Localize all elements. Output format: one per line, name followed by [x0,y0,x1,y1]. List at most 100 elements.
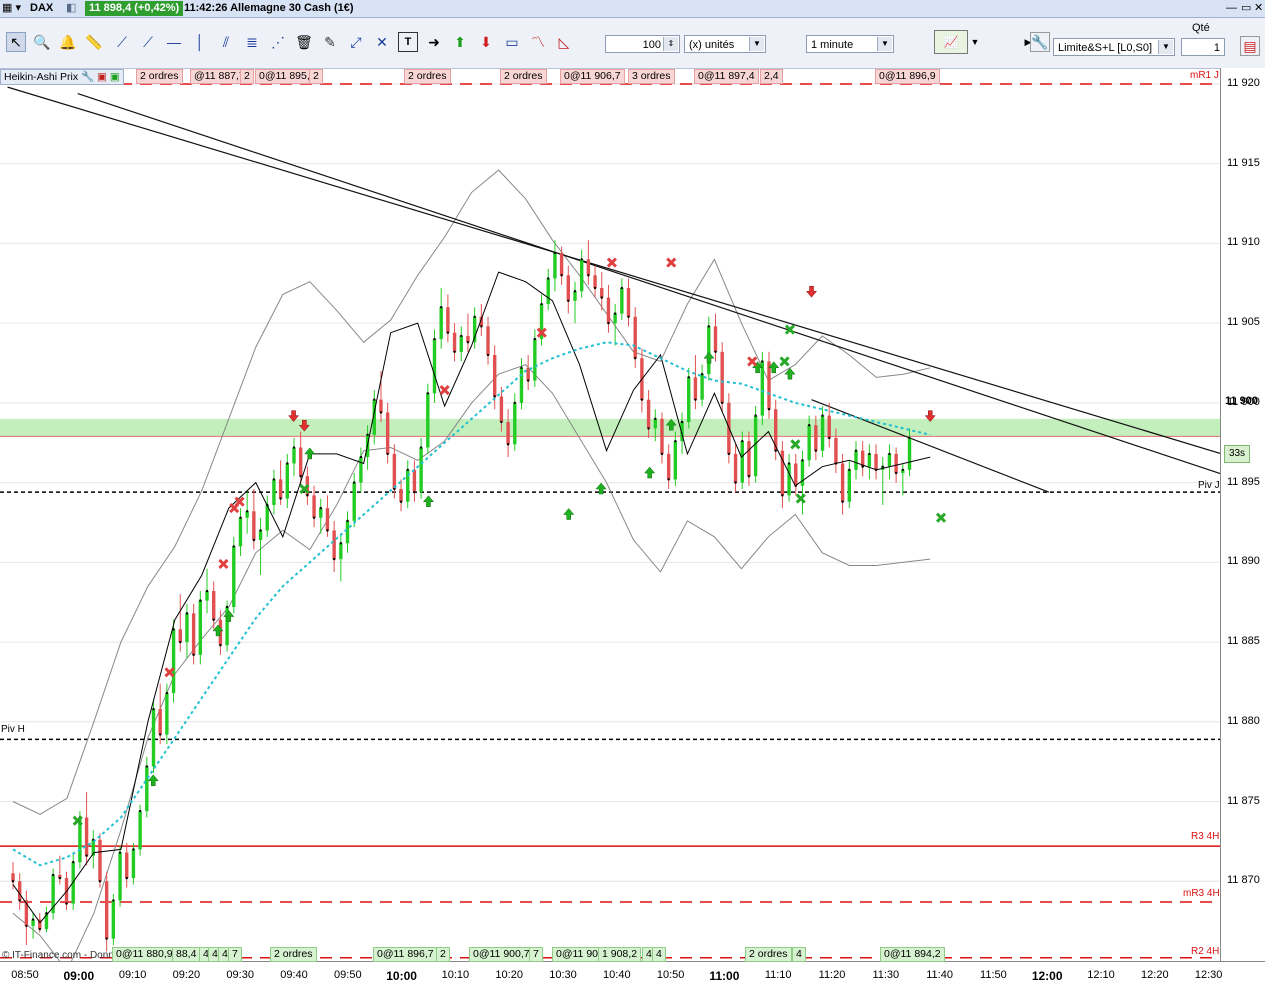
order-tag[interactable]: 0@11 894,2 [880,947,945,962]
candle-body [258,530,263,541]
order-tag[interactable]: 0@11 897,4 [694,69,759,84]
order-tag[interactable]: 2 [436,947,450,962]
timeframe-select[interactable]: 1 minute ▼ [806,35,894,53]
order-tag[interactable]: 0@11 906,7 [560,69,625,84]
order-tag[interactable]: 3 ordres [628,69,675,84]
triangle-icon[interactable]: ◺ [554,32,574,52]
title-bar: ▦ ▾ DAX ◧ 11 898,4 (+0,42%) 11:42:26 All… [0,0,1265,18]
order-ticket-icon[interactable]: ▤ [1240,36,1260,56]
close-dot [754,414,757,417]
close-dot [720,401,724,405]
restore-icon[interactable]: ▭ [1241,1,1251,16]
close-dot [346,519,349,523]
trash-icon[interactable]: 🗑 [294,32,314,52]
horizontal-line-icon[interactable]: — [164,32,184,52]
line-tool-icon[interactable]: ⟋ [138,32,158,52]
buy-arrow-icon[interactable]: ⬆ [450,32,470,52]
order-tag[interactable]: 7 [228,947,242,962]
close-dot [714,350,717,354]
order-tag[interactable]: 2 ordres [404,69,451,84]
sell-arrow-icon[interactable]: ⬇ [476,32,496,52]
alert-bell-icon[interactable]: 🔔 [58,32,78,52]
fibonacci-icon[interactable]: ≣ [242,32,262,52]
buy-arrow-icon [563,508,575,520]
order-tag[interactable]: 2 ordres [270,947,317,962]
segment-tool-icon[interactable]: ⟋ [112,32,132,52]
zoom-tool-icon[interactable]: 🔍 [32,32,52,52]
qty-input[interactable]: 1 [1181,38,1225,56]
order-tag[interactable]: 1 908,2 [598,947,642,962]
candle-body [867,453,872,467]
close-dot [774,449,777,452]
order-tag[interactable]: 7 [529,947,543,962]
order-tag[interactable]: 4 [792,947,806,962]
text-tool-icon[interactable]: T [398,32,418,52]
pattern-icon[interactable]: 〽 [528,32,548,52]
eraser-icon[interactable]: ✎ [320,32,340,52]
channel-icon[interactable]: ⫽ [216,32,236,52]
level-label-r3: R3 4H [1191,831,1220,842]
close-dot [326,529,329,532]
close-dot [466,341,470,344]
candle-body [693,377,698,400]
quantity-input[interactable]: 100 ⇕ [605,35,680,53]
instrument-name[interactable]: DAX [30,1,53,16]
order-tag[interactable]: 2 ordres [136,69,183,84]
ruler-icon[interactable]: 📏 [84,32,104,52]
close-icon[interactable]: ✕ [1254,1,1263,16]
wrench-icon[interactable]: 🔧 [81,71,94,83]
close-dot [567,299,570,303]
candle-body [493,355,497,397]
rectangle-icon[interactable]: ▭ [502,32,522,52]
y-tick-label: 11 910 [1227,236,1260,249]
drawing-toolbar: ↖ 🔍 🔔 📏 ⟋ ⟋ — │ ⫽ ≣ ⋰ 🗑 ✎ ⤢ ✕ T ➜ ⬆ ⬇ ▭ … [0,18,1265,69]
info-icon[interactable]: ◧ [66,1,76,16]
order-type-select[interactable]: Limite&S+L [L0,S0] ▼ [1053,38,1175,56]
cross-icon[interactable]: ✕ [372,32,392,52]
pointer-tool-icon[interactable]: ↖ [6,32,26,52]
candle-body [854,450,858,470]
close-pane-icon[interactable]: ▣ [97,71,107,83]
order-tag[interactable]: 88,4 [172,947,201,962]
level-label-r2: R2 4H [1191,946,1220,957]
close-dot [353,481,356,484]
unit-select[interactable]: (x) unités ▼ [684,35,766,53]
close-dot [460,334,463,338]
order-tag[interactable]: 2 ordres [745,947,792,962]
arrow-right-icon[interactable]: ➜ [424,32,444,52]
buy-arrow-icon [644,466,656,479]
fan-icon[interactable]: ⋰ [268,32,288,52]
parallel-icon[interactable]: ⤢ [346,32,366,52]
order-tag[interactable]: 0@11 900,7 [469,947,534,962]
order-tag[interactable]: 4 [652,947,666,962]
close-dot [700,372,704,376]
order-tag[interactable]: 2 ordres [500,69,547,84]
expand-pane-icon[interactable]: ▣ [110,71,120,83]
time-axis[interactable]: 08:50 09:00 09:10 09:20 09:30 09:40 09:50 10:00… [0,961,1265,986]
candle-body [907,437,912,470]
candle-body [579,259,584,292]
minimize-icon[interactable]: — [1226,1,1237,16]
order-tag[interactable]: 2,4 [760,69,783,84]
chart-type-icon[interactable]: 📈 [934,30,968,54]
order-tag[interactable]: 2 [309,69,323,84]
wrench-icon[interactable]: 🔧 [1030,32,1050,52]
close-dot [868,452,871,456]
stepper-icon[interactable]: ⇕ [663,37,678,51]
price-axis[interactable]: 11 870 11 875 11 880 11 885 11 890 11 895 11 9… [1220,68,1265,961]
close-dot [634,357,637,360]
vertical-line-icon[interactable]: │ [190,32,210,52]
chart-type-dropdown-icon[interactable]: ▼ [968,30,982,54]
close-dot [11,880,15,883]
candle-body [111,900,116,939]
candle-body [325,508,330,531]
close-dot [493,395,496,398]
order-tag[interactable]: 2 [240,69,254,84]
price-chart[interactable] [0,68,1238,972]
buy-arrow-icon [304,447,316,460]
order-tag[interactable]: 0@11 896,9 [875,69,940,84]
chart-canvas[interactable] [0,68,1238,972]
order-tag[interactable]: 0@11 896,7 [373,947,438,962]
order-tag[interactable]: 0@11 880,9 [112,947,177,962]
grid-icon[interactable]: ▦ ▾ [2,1,21,16]
